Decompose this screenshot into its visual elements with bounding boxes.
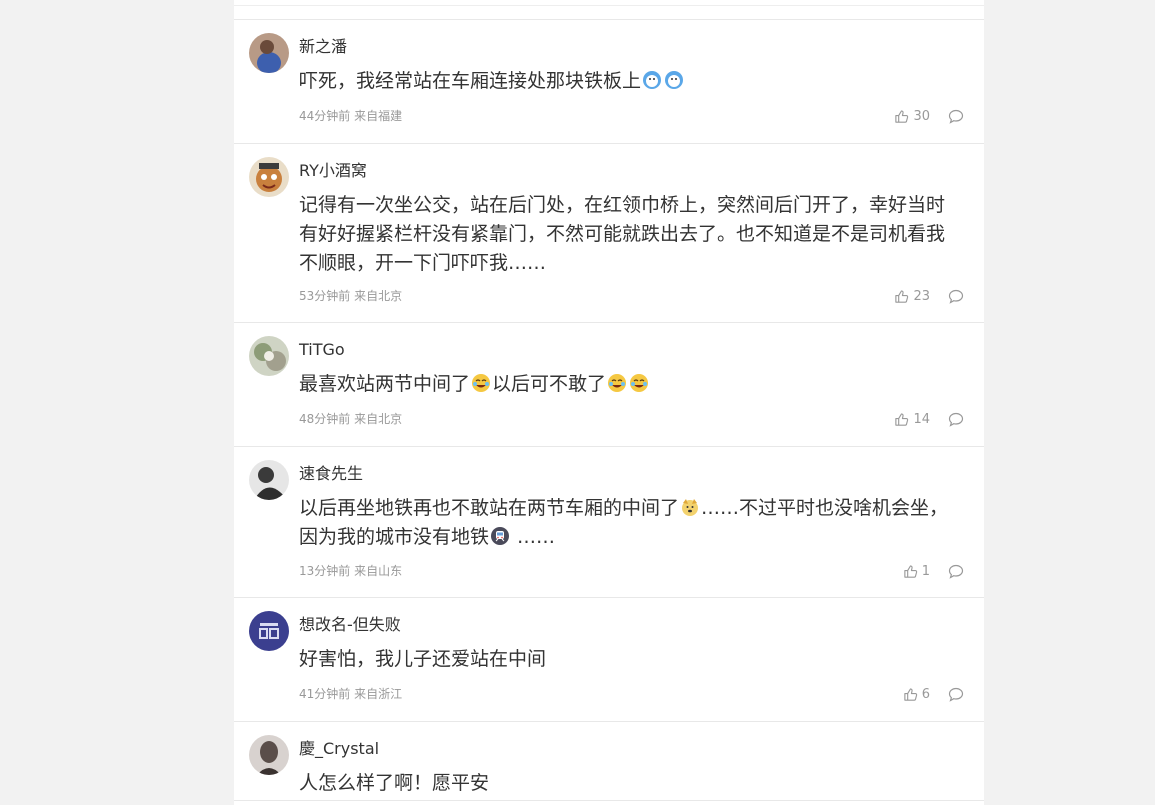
page: 新之潘 吓死，我经常站在车厢连接处那块铁板上 44分钟前 来自福建 30 RY小…: [0, 0, 1155, 805]
comment-meta: 44分钟前 来自福建: [299, 108, 402, 124]
comment-username[interactable]: 新之潘: [299, 37, 347, 57]
comment-item: 新之潘 吓死，我经常站在车厢连接处那块铁板上 44分钟前 来自福建 30: [234, 19, 984, 143]
divider: [234, 597, 984, 598]
comment-username[interactable]: 速食先生: [299, 464, 363, 484]
like-count: 23: [913, 288, 930, 304]
laugh-cry-emoji-icon: [607, 373, 627, 393]
comment-text: 记得有一次坐公交，站在后门处，在红领巾桥上，突然间后门开了，幸好当时有好好握紧栏…: [299, 194, 946, 274]
comment-actions: 1: [903, 562, 964, 580]
like-count: 30: [913, 108, 930, 124]
reply-button[interactable]: [948, 289, 964, 304]
comment-bubble-icon: [948, 564, 964, 579]
like-button[interactable]: 30: [894, 109, 930, 124]
comment-actions: 6: [903, 685, 964, 703]
laugh-cry-emoji-icon: [471, 373, 491, 393]
avatar[interactable]: [249, 611, 289, 651]
comment-meta: 53分钟前 来自北京: [299, 288, 402, 304]
comment-item: RY小酒窝 记得有一次坐公交，站在后门处，在红领巾桥上，突然间后门开了，幸好当时…: [234, 143, 984, 322]
like-count: 6: [921, 686, 930, 702]
like-button[interactable]: 1: [903, 564, 930, 579]
comment-text: 吓死，我经常站在车厢连接处那块铁板上: [299, 67, 949, 96]
comment-location: 来自浙江: [354, 687, 403, 701]
comment-location: 来自北京: [354, 412, 403, 426]
like-count: 1: [921, 563, 930, 579]
comment-text: 人怎么样了啊！愿平安: [299, 772, 490, 794]
comment-text: 好害怕，我儿子还爱站在中间: [299, 648, 547, 670]
comment-time: 53分钟前: [299, 289, 351, 303]
comment-username[interactable]: TiTGo: [299, 340, 345, 360]
comment-time: 41分钟前: [299, 687, 351, 701]
avatar[interactable]: [249, 157, 289, 197]
comment-meta: 48分钟前 来自北京: [299, 411, 402, 427]
comment-text: 最喜欢站两节中间了 以后可不敢了: [299, 370, 949, 399]
dog-emoji-icon: [680, 497, 700, 517]
thumbs-up-icon: [895, 289, 909, 303]
subway-emoji-icon: [490, 526, 510, 546]
divider: [234, 446, 984, 447]
divider: [234, 322, 984, 323]
like-button[interactable]: 14: [894, 412, 930, 427]
comment-text-part: 以后可不敢了: [492, 373, 607, 395]
comment-item: 想改名-但失败 好害怕，我儿子还爱站在中间 41分钟前 来自浙江 6: [234, 597, 984, 721]
divider: [234, 721, 984, 722]
like-button[interactable]: 23: [894, 289, 930, 304]
like-button[interactable]: 6: [903, 687, 930, 702]
thumbs-up-icon: [904, 687, 917, 701]
comment-username[interactable]: 想改名-但失败: [299, 615, 401, 635]
divider: [234, 143, 984, 144]
divider: [234, 800, 984, 801]
avatar[interactable]: [249, 336, 289, 376]
comment-bubble-icon: [948, 109, 964, 124]
thumbs-up-icon: [895, 109, 909, 123]
comment-location: 来自北京: [354, 289, 403, 303]
comment-time: 13分钟前: [299, 564, 351, 578]
comment-meta: 13分钟前 来自山东: [299, 563, 402, 579]
divider: [234, 5, 984, 6]
comment-text-part: 吓死，我经常站在车厢连接处那块铁板上: [299, 70, 642, 92]
comment-item: 速食先生 以后再坐地铁再也不敢站在两节车厢的中间了 ……不过平时也没啥机会坐，因为…: [234, 446, 984, 597]
reply-button[interactable]: [948, 564, 964, 579]
avatar[interactable]: [249, 460, 289, 500]
doge-emoji-icon: [642, 70, 662, 90]
comment-time: 48分钟前: [299, 412, 351, 426]
comment-location: 来自福建: [354, 109, 403, 123]
comment-location: 来自山东: [354, 564, 403, 578]
comment-actions: 14: [894, 410, 964, 428]
comment-item: 慶_Crystal 人怎么样了啊！愿平安: [234, 721, 984, 805]
comment-bubble-icon: [948, 289, 964, 304]
comment-bubble-icon: [948, 412, 964, 427]
thumbs-up-icon: [895, 412, 909, 426]
comment-meta: 41分钟前 来自浙江: [299, 686, 402, 702]
thumbs-up-icon: [904, 564, 917, 578]
reply-button[interactable]: [948, 109, 964, 124]
comment-item: TiTGo 最喜欢站两节中间了 以后可不敢了 48分钟前 来自北京 14: [234, 322, 984, 446]
doge-emoji-icon: [664, 70, 684, 90]
comment-bubble-icon: [948, 687, 964, 702]
comment-username[interactable]: RY小酒窝: [299, 161, 367, 181]
reply-button[interactable]: [948, 687, 964, 702]
comments-panel: 新之潘 吓死，我经常站在车厢连接处那块铁板上 44分钟前 来自福建 30 RY小…: [234, 0, 984, 805]
comment-actions: 23: [894, 287, 964, 305]
comment-text-part: 最喜欢站两节中间了: [299, 373, 471, 395]
comment-text: 以后再坐地铁再也不敢站在两节车厢的中间了 ……不过平时也没啥机会坐，因为我的城市没…: [299, 494, 949, 552]
reply-button[interactable]: [948, 412, 964, 427]
comment-text-part: 以后再坐地铁再也不敢站在两节车厢的中间了: [299, 497, 680, 519]
comment-actions: 30: [894, 107, 964, 125]
avatar[interactable]: [249, 33, 289, 73]
comment-time: 44分钟前: [299, 109, 351, 123]
laugh-cry-emoji-icon: [629, 373, 649, 393]
avatar[interactable]: [249, 735, 289, 775]
comment-text-part: ……: [511, 526, 556, 548]
comment-username[interactable]: 慶_Crystal: [299, 739, 379, 759]
like-count: 14: [913, 411, 930, 427]
divider: [234, 19, 984, 20]
